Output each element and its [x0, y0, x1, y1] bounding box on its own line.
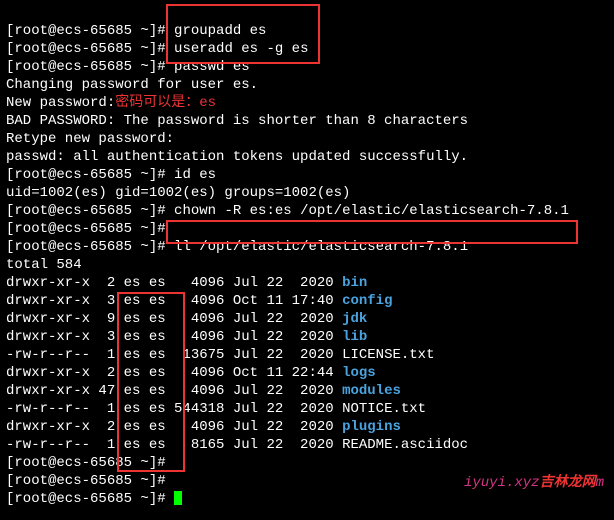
- cmd-chown: chown -R es:es /opt/elastic/elasticsearc…: [174, 203, 569, 219]
- prompt: [root@ecs-65685 ~]#: [6, 455, 166, 471]
- list-item: drwxr-xr-x 2 es es 4096 Jul 22 2020: [6, 275, 342, 291]
- file-listing: drwxr-xr-x 2 es es 4096 Jul 22 2020 bin …: [6, 274, 608, 454]
- list-item: drwxr-xr-x 3 es es 4096 Oct 11 17:40: [6, 293, 342, 309]
- watermark: iyuyi.xyz吉林龙网m: [464, 474, 604, 492]
- terminal-output[interactable]: [root@ecs-65685 ~]# groupadd es [root@ec…: [0, 0, 614, 512]
- file-name: bin: [342, 275, 367, 291]
- prompt: [root@ecs-65685 ~]#: [6, 473, 166, 489]
- watermark-suffix: m: [596, 475, 604, 491]
- anno-pw-value: es: [199, 95, 216, 111]
- out-retype: Retype new password:: [6, 131, 174, 147]
- cmd-ll: ll /opt/elastic/elasticsearch-7.8.1: [174, 239, 468, 255]
- list-item: drwxr-xr-x 2 es es 4096 Jul 22 2020: [6, 419, 342, 435]
- file-name: plugins: [342, 419, 401, 435]
- file-name: NOTICE.txt: [342, 401, 426, 417]
- file-name: config: [342, 293, 392, 309]
- list-item: drwxr-xr-x 9 es es 4096 Jul 22 2020: [6, 311, 342, 327]
- prompt: [root@ecs-65685 ~]#: [6, 41, 166, 57]
- file-name: jdk: [342, 311, 367, 327]
- prompt: [root@ecs-65685 ~]#: [6, 221, 166, 237]
- prompt: [root@ecs-65685 ~]#: [6, 59, 166, 75]
- prompt: [root@ecs-65685 ~]#: [6, 203, 166, 219]
- cmd-useradd: useradd es -g es: [174, 41, 308, 57]
- prompt: [root@ecs-65685 ~]#: [6, 167, 166, 183]
- file-name: lib: [342, 329, 367, 345]
- out-newpass: New password:: [6, 95, 115, 111]
- cmd-passwd: passwd es: [174, 59, 250, 75]
- out-authok: passwd: all authentication tokens update…: [6, 149, 468, 165]
- list-item: -rw-r--r-- 1 es es 8165 Jul 22 2020: [6, 437, 342, 453]
- prompt: [root@ecs-65685 ~]#: [6, 23, 166, 39]
- anno-pw-hint: 密码可以是：: [115, 95, 199, 111]
- list-item: -rw-r--r-- 1 es es 13675 Jul 22 2020: [6, 347, 342, 363]
- prompt: [root@ecs-65685 ~]#: [6, 491, 166, 507]
- watermark-url: iyuyi.xyz: [464, 475, 540, 491]
- cursor-icon: [174, 491, 182, 505]
- cmd-groupadd: groupadd es: [174, 23, 266, 39]
- prompt: [root@ecs-65685 ~]#: [6, 239, 166, 255]
- file-name: README.asciidoc: [342, 437, 468, 453]
- watermark-text: 吉林龙网: [540, 475, 596, 491]
- file-name: modules: [342, 383, 401, 399]
- out-bad: BAD PASSWORD: The password is shorter th…: [6, 113, 468, 129]
- list-item: drwxr-xr-x 2 es es 4096 Oct 11 22:44: [6, 365, 342, 381]
- list-item: -rw-r--r-- 1 es es 544318 Jul 22 2020: [6, 401, 342, 417]
- file-name: LICENSE.txt: [342, 347, 434, 363]
- out-changing: Changing password for user es.: [6, 77, 258, 93]
- cmd-id: id es: [174, 167, 216, 183]
- list-item: drwxr-xr-x 3 es es 4096 Jul 22 2020: [6, 329, 342, 345]
- out-total: total 584: [6, 257, 82, 273]
- list-item: drwxr-xr-x 47 es es 4096 Jul 22 2020: [6, 383, 342, 399]
- file-name: logs: [342, 365, 376, 381]
- out-id: uid=1002(es) gid=1002(es) groups=1002(es…: [6, 185, 350, 201]
